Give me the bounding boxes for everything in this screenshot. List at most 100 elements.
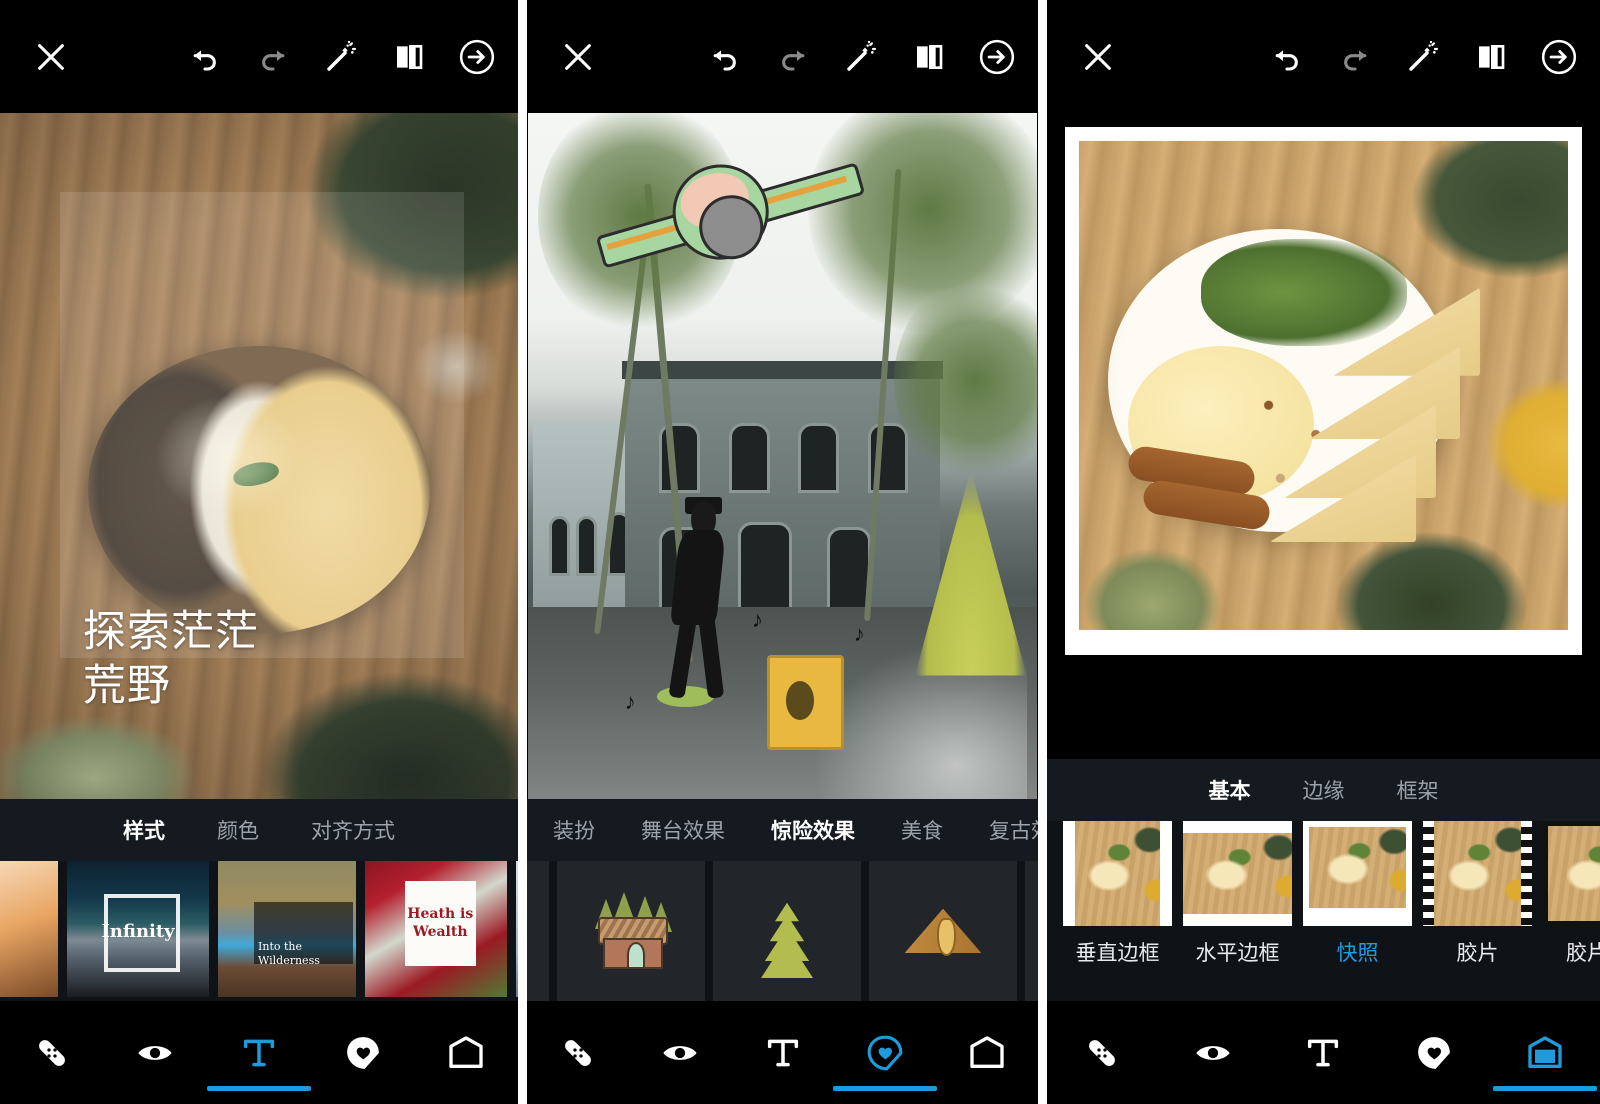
nav-active-indicator (206, 1086, 311, 1091)
sticker-thumbnail-strip[interactable] (527, 861, 1038, 1001)
magic-wand-icon[interactable] (1404, 38, 1442, 76)
frame-label-film: 胶片 (1456, 942, 1499, 965)
nav-active-indicator (1492, 1086, 1597, 1091)
redo-icon[interactable] (254, 38, 292, 76)
frame-thumb-film[interactable] (1423, 821, 1532, 926)
nav-sticker[interactable] (832, 1001, 937, 1104)
text-overlay-box[interactable] (59, 191, 464, 659)
tab-bar-2: 装扮 舞台效果 惊险效果 美食 复古效果 (527, 799, 1038, 861)
compare-icon[interactable] (910, 38, 948, 76)
sticker-tile-partial[interactable] (1025, 861, 1038, 1001)
nav-frame[interactable] (1489, 1001, 1600, 1104)
style-thumb-heath[interactable]: Heath is Wealth (365, 861, 507, 997)
tab-stage[interactable]: 舞台效果 (641, 815, 725, 845)
photo-canvas-1[interactable]: 探索茫茫 荒野 (0, 113, 518, 799)
style-thumb-wilderness[interactable]: Into the Wilderness (218, 861, 356, 997)
snapshot-frame (1065, 127, 1582, 655)
music-note-sticker[interactable]: ♪ (625, 689, 636, 715)
tab-color[interactable]: 颜色 (217, 815, 259, 845)
style-thumbnail-strip[interactable]: Infinity Into the Wilderness Heath is We… (0, 861, 518, 1001)
compare-icon[interactable] (1472, 38, 1510, 76)
overlay-text-line1: 探索茫茫 (82, 606, 259, 657)
photo-canvas-3[interactable] (1047, 113, 1600, 759)
tab-framework[interactable]: 框架 (1397, 775, 1439, 805)
tab-thrill[interactable]: 惊险效果 (771, 815, 855, 845)
nav-retouch[interactable] (1047, 1001, 1158, 1104)
undo-icon[interactable] (186, 38, 224, 76)
music-note-sticker[interactable]: ♪ (752, 607, 763, 633)
style-thumb-sunset[interactable] (0, 861, 58, 997)
three-phone-screens: 探索茫茫 荒野 样式 颜色 对齐方式 Infinity Into the Wil… (0, 0, 1600, 1104)
style-thumb-partial[interactable] (516, 861, 518, 997)
tab-retro[interactable]: 复古效果 (989, 815, 1038, 845)
next-arrow-icon[interactable] (1540, 38, 1578, 76)
nav-sticker[interactable] (1379, 1001, 1490, 1104)
nav-retouch[interactable] (0, 1001, 104, 1104)
nav-text[interactable] (1268, 1001, 1379, 1104)
bottom-nav-3 (1047, 1001, 1600, 1104)
close-icon[interactable] (561, 40, 595, 74)
frame-thumb-film-color[interactable] (1543, 821, 1600, 926)
undo-icon[interactable] (706, 38, 744, 76)
frame-thumb-snapshot[interactable] (1303, 821, 1412, 926)
sticker-cabin[interactable] (557, 861, 705, 1001)
frame-label-vertical: 垂直边框 (1075, 942, 1160, 965)
sticker-pine-tree[interactable] (713, 861, 861, 1001)
nav-effects[interactable] (104, 1001, 208, 1104)
frame-option-film-color[interactable]: 胶片彩 (1543, 821, 1600, 967)
overlay-text-line2: 荒野 (82, 661, 171, 712)
frame-option-horizontal[interactable]: 水平边框 (1183, 821, 1292, 967)
nav-frame[interactable] (414, 1001, 518, 1104)
magic-wand-icon[interactable] (842, 38, 880, 76)
frame-thumb-horizontal[interactable] (1183, 821, 1292, 926)
tab-style[interactable]: 样式 (123, 815, 165, 845)
tab-align[interactable]: 对齐方式 (311, 815, 395, 845)
frame-label-film-color: 胶片彩 (1566, 942, 1600, 965)
next-arrow-icon[interactable] (458, 38, 496, 76)
music-note-sticker[interactable]: ♪ (854, 621, 865, 647)
frame-thumb-vertical[interactable] (1063, 821, 1172, 926)
frame-option-snapshot[interactable]: 快照 (1303, 821, 1412, 967)
frame-label-snapshot: 快照 (1336, 942, 1379, 965)
magic-wand-icon[interactable] (322, 38, 360, 76)
photo-street-building: ♪ ♪ ♪ (528, 113, 1038, 799)
overlay-text[interactable]: 探索茫茫 荒野 (83, 605, 259, 714)
style-thumb-heath-label: Heath is Wealth (407, 906, 473, 941)
nav-text[interactable] (206, 1001, 311, 1104)
photo-breakfast-plate (1079, 141, 1568, 630)
redo-icon[interactable] (1336, 38, 1374, 76)
next-arrow-icon[interactable] (978, 38, 1016, 76)
undo-icon[interactable] (1268, 38, 1306, 76)
tab-dressup[interactable]: 装扮 (553, 815, 595, 845)
dancer-sticker[interactable] (657, 497, 741, 708)
screen-frame-editor: 基本 边缘 框架 垂直边框 水平边框 快照 胶片 胶片彩 (1047, 0, 1600, 1104)
nav-retouch[interactable] (527, 1001, 629, 1104)
frame-option-film[interactable]: 胶片 (1423, 821, 1532, 967)
nav-sticker[interactable] (311, 1001, 415, 1104)
photo-canvas-2[interactable]: ♪ ♪ ♪ (527, 113, 1038, 799)
tab-bar-3: 基本 边缘 框架 (1047, 759, 1600, 821)
nav-frame[interactable] (936, 1001, 1038, 1104)
sticker-tent-guitar[interactable] (869, 861, 1017, 1001)
wilderness-line2: Wilderness (258, 953, 320, 967)
nav-text[interactable] (731, 1001, 833, 1104)
nav-active-indicator (832, 1086, 937, 1091)
compare-icon[interactable] (390, 38, 428, 76)
tab-food[interactable]: 美食 (901, 815, 943, 845)
close-icon[interactable] (34, 40, 68, 74)
close-icon[interactable] (1081, 40, 1115, 74)
gramophone-sticker[interactable] (767, 654, 845, 751)
frame-label-horizontal: 水平边框 (1195, 942, 1280, 965)
frame-thumbnail-strip[interactable]: 垂直边框 水平边框 快照 胶片 胶片彩 (1047, 821, 1600, 1001)
heath-line1: Heath is (407, 906, 474, 923)
tab-basic[interactable]: 基本 (1209, 775, 1251, 805)
top-toolbar-3 (1047, 0, 1600, 113)
tab-edge[interactable]: 边缘 (1303, 775, 1345, 805)
frame-option-vertical[interactable]: 垂直边框 (1063, 821, 1172, 967)
sticker-tile-partial[interactable] (527, 861, 549, 1001)
nav-effects[interactable] (1158, 1001, 1269, 1104)
redo-icon[interactable] (774, 38, 812, 76)
style-thumb-infinity[interactable]: Infinity (67, 861, 209, 997)
nav-effects[interactable] (629, 1001, 731, 1104)
bottom-nav-1 (0, 1001, 518, 1104)
